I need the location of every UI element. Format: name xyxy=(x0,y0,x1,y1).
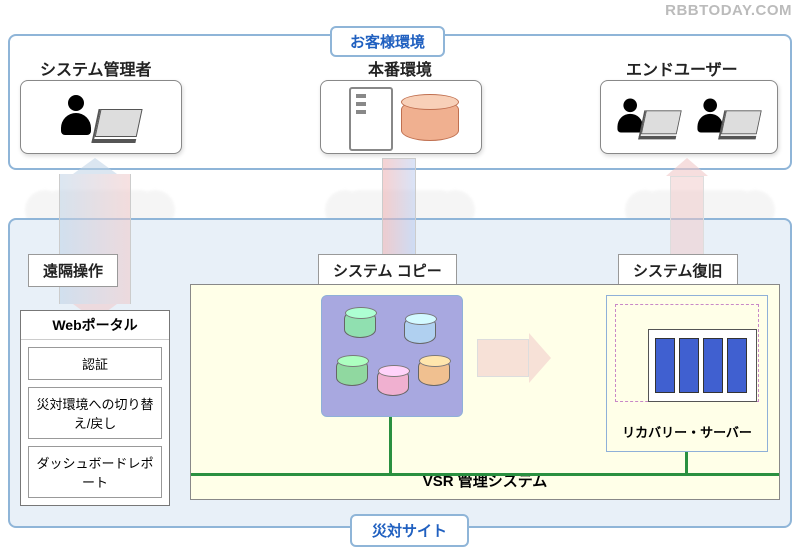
portal-item: 認証 xyxy=(28,347,162,380)
copy-to-recovery-arrow xyxy=(477,333,551,383)
user-icon-1 xyxy=(616,95,693,142)
enduser-card xyxy=(600,80,778,154)
user-icon-2 xyxy=(696,95,773,142)
prod-card xyxy=(320,80,482,154)
vsr-box: VSR 管理システム リカバリー・サーバー xyxy=(190,284,780,500)
dr-site-tab: 災対サイト xyxy=(350,514,469,547)
portal-item: ダッシュボードレポート xyxy=(28,446,162,498)
recovery-label: リカバリー・サーバー xyxy=(607,422,767,441)
enduser-title: エンドユーザー xyxy=(626,56,738,80)
prod-title: 本番環境 xyxy=(368,56,432,80)
disk-icon xyxy=(336,358,368,386)
admin-card xyxy=(20,80,182,154)
recovery-server-box: リカバリー・サーバー xyxy=(606,295,768,452)
disk-icon xyxy=(344,310,376,338)
remote-arrow xyxy=(50,158,140,320)
database-icon xyxy=(401,99,459,141)
admin-title: システム管理者 xyxy=(40,56,152,80)
customer-env-tab: お客様環境 xyxy=(330,26,445,57)
admin-icon xyxy=(59,91,149,146)
portal-title: Webポータル xyxy=(21,311,169,340)
portal-item: 災対環境への切り替え/戻し xyxy=(28,387,162,439)
recovery-dashed-border xyxy=(615,304,759,402)
web-portal-box: Webポータル 認証 災対環境への切り替え/戻し ダッシュボードレポート xyxy=(20,310,170,506)
syscopy-storage xyxy=(321,295,463,417)
disk-icon xyxy=(377,368,409,396)
disk-icon xyxy=(404,316,436,344)
server-icon xyxy=(349,87,393,151)
sysrecover-label: システム復旧 xyxy=(618,254,738,287)
disk-icon xyxy=(418,358,450,386)
remote-label: 遠隔操作 xyxy=(28,254,118,287)
server-rack-icon xyxy=(648,329,757,402)
connector-line xyxy=(685,452,688,473)
watermark: RBBTODAY.COM xyxy=(665,2,792,19)
connector-line xyxy=(191,473,779,476)
connector-line xyxy=(389,417,392,473)
syscopy-label: システム コピー xyxy=(318,254,457,287)
